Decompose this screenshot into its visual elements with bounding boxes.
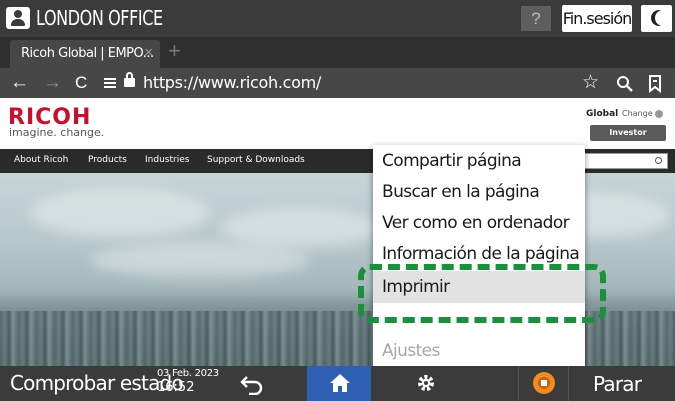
nav-about[interactable]: About Ricoh — [14, 155, 68, 165]
nav-industries[interactable]: Industries — [145, 155, 189, 165]
close-icon[interactable]: × — [144, 44, 153, 61]
forward-arrow-icon[interactable]: → — [43, 70, 62, 96]
user-icon[interactable] — [6, 7, 30, 29]
reload-icon[interactable]: C — [75, 70, 87, 96]
site-search-input[interactable] — [582, 153, 668, 169]
new-tab-button[interactable]: + — [168, 38, 181, 64]
tab-title: Ricoh Global | EMPO... — [21, 46, 154, 61]
site-info-icon[interactable] — [104, 78, 116, 88]
date-display: 03 Feb. 2023 — [157, 368, 219, 379]
status-bar: LONDON OFFICE ? Fin.sesión — [0, 0, 675, 37]
night-mode-button[interactable] — [641, 5, 672, 32]
stop-button[interactable]: Parar — [593, 372, 642, 396]
stop-icon[interactable] — [533, 372, 555, 394]
home-icon — [330, 374, 350, 392]
url-field[interactable]: https://www.ricoh.com/ — [143, 73, 321, 92]
return-icon[interactable] — [240, 370, 264, 401]
gear-icon[interactable] — [416, 371, 436, 399]
investor-relations-button[interactable]: Investor Relations — [590, 125, 666, 153]
menu-item-find-in-page[interactable]: Buscar en la página — [373, 176, 585, 208]
address-bar: ← → C https://www.ricoh.com/ ☆ — [0, 68, 675, 98]
home-button[interactable] — [307, 366, 371, 401]
search-icon[interactable] — [616, 70, 634, 101]
back-arrow-icon[interactable]: ← — [10, 70, 29, 96]
time-display: 16:52 — [157, 380, 195, 395]
highlight-ring — [358, 264, 606, 323]
tab-ricoh-global[interactable]: Ricoh Global | EMPO... × — [10, 40, 160, 68]
bottom-bar: Comprobar estado 03 Feb. 2023 16:52 Para… — [0, 366, 675, 401]
change-link[interactable]: Change — [622, 109, 653, 118]
nav-support[interactable]: Support & Downloads — [207, 155, 305, 165]
menu-item-settings[interactable]: Ajustes — [373, 335, 585, 366]
moon-icon — [655, 10, 671, 26]
user-name[interactable]: LONDON OFFICE — [36, 6, 163, 30]
logout-button[interactable]: Fin.sesión — [562, 5, 632, 32]
menu-item-share-page[interactable]: Compartir página — [373, 145, 585, 177]
globe-icon[interactable] — [655, 110, 663, 118]
star-icon[interactable]: ☆ — [582, 70, 599, 96]
bookmark-icon[interactable] — [648, 70, 662, 101]
context-menu: Compartir página Buscar en la página Ver… — [373, 145, 585, 366]
help-button[interactable]: ? — [521, 6, 551, 31]
global-label: Global — [586, 109, 619, 119]
tab-bar: Ricoh Global | EMPO... × — [0, 37, 675, 68]
lock-icon — [124, 72, 135, 87]
menu-item-desktop-view[interactable]: Ver como en ordenador — [373, 207, 585, 239]
search-icon — [655, 157, 662, 164]
tagline: imagine. change. — [9, 126, 105, 139]
nav-products[interactable]: Products — [88, 155, 127, 165]
